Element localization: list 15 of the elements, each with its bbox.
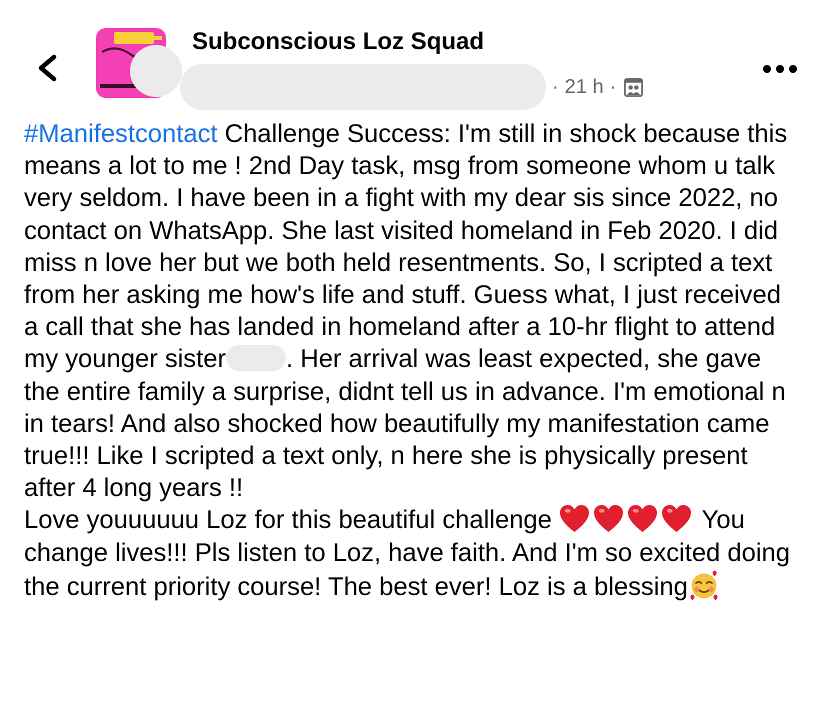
post-time[interactable]: 21 h (564, 76, 604, 98)
more-options-icon[interactable] (762, 64, 798, 74)
heart-icon (661, 504, 692, 534)
post-text: Love youuuuuu Loz for this beautiful challenge You change lives!!! Pls listen to Loz, have faith. And I'm so excited doing the current priority course! The best ever! Loz is a blessing (24, 504, 792, 603)
separator: · (610, 76, 616, 98)
smiling-face-icon (688, 568, 720, 601)
group-audience-icon (624, 78, 644, 96)
group-name[interactable]: Subconscious Loz Squad (192, 28, 762, 56)
hashtag-link[interactable]: #Manifestcontact (24, 120, 218, 148)
separator: · (552, 76, 559, 98)
back-icon[interactable] (36, 54, 58, 82)
heart-icon (559, 504, 590, 534)
heart-icon (627, 504, 658, 534)
post-text: #Manifestcontact Challenge Success: I'm still in shock because this means a lot to me ! 2nd Day task, msg from someone whom u talk very seldom. I have been in a fight with my dear sis since 2022, no contact on WhatsApp. She last visited homeland in Feb 2020. I did miss n love her but we both held resentments. So, I scripted a text from her asking me how's life and stuff. Guess what, I just received a call that she has landed in homeland after a 10-hr flight to attend my younger sister . Her arrival was least expected, she gave the entire family a surprise, didnt tell us in advance. I'm emotional n in tears! And also shocked how beautifully my manifestation came true!!! Like I scripted a text only, n here she is physically present after 4 long years !! (24, 119, 788, 504)
heart-icon (593, 504, 624, 534)
